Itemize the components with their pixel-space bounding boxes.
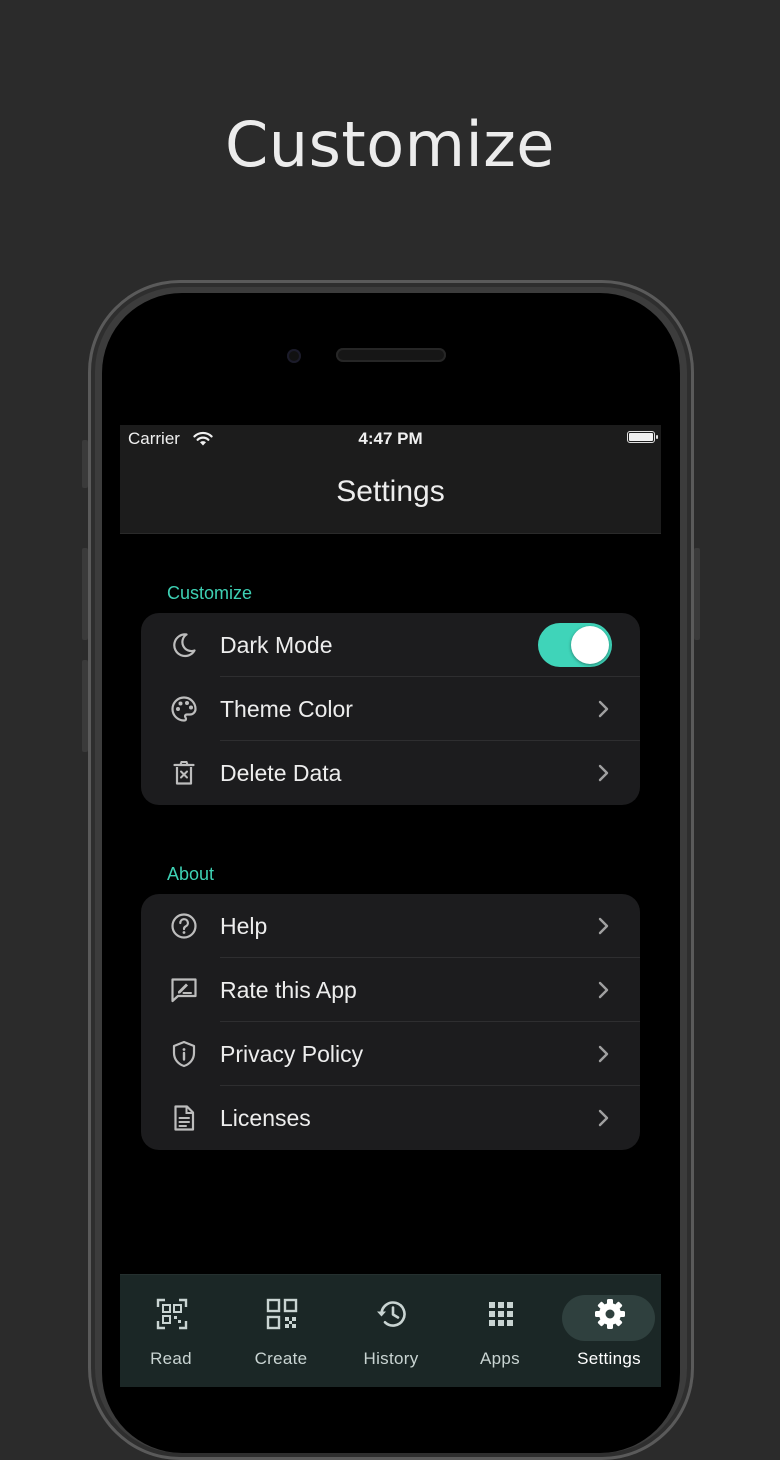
chevron-right-icon: [598, 981, 609, 999]
tab-bar: Read Create History Apps Settings: [120, 1274, 661, 1387]
page-title: Settings: [336, 475, 445, 508]
battery-icon: [627, 431, 658, 443]
settings-row-label: Dark Mode: [220, 632, 333, 658]
history-icon: [377, 1301, 406, 1327]
trash-icon: [173, 761, 195, 785]
rate-review-icon: [171, 978, 197, 1003]
settings-row-privacy-policy[interactable]: Privacy Policy: [141, 1022, 640, 1086]
settings-row-label: Theme Color: [220, 696, 353, 722]
tab-label: History: [363, 1349, 419, 1368]
phone-screen: Carrier 4:47 PM Settings Customize Dark …: [120, 425, 661, 1387]
settings-row-help[interactable]: Help: [141, 894, 640, 958]
chevron-right-icon: [598, 700, 609, 718]
gear-icon: [595, 1299, 625, 1329]
dark-mode-toggle[interactable]: [538, 623, 612, 667]
settings-row-dark-mode[interactable]: Dark Mode: [141, 613, 640, 677]
tab-create[interactable]: Create: [231, 1289, 331, 1368]
help-circle-icon: [171, 913, 197, 939]
customize-group: Dark Mode Theme Color Delete Data: [141, 613, 640, 805]
tab-label: Settings: [577, 1349, 641, 1368]
headline: Customize: [225, 108, 555, 181]
chevron-right-icon: [598, 764, 609, 782]
apps-grid-icon: [489, 1302, 513, 1326]
settings-row-rate-app[interactable]: Rate this App: [141, 958, 640, 1022]
front-camera: [287, 349, 301, 363]
phone-side-button: [82, 660, 88, 752]
about-group: Help Rate this App Privacy Policy Licens…: [141, 894, 640, 1150]
tab-history[interactable]: History: [341, 1289, 441, 1368]
phone-side-button: [82, 548, 88, 640]
settings-row-label: Delete Data: [220, 760, 342, 786]
settings-row-theme-color[interactable]: Theme Color: [141, 677, 640, 741]
navigation-bar: Settings: [120, 455, 661, 534]
section-header-about: About: [167, 864, 215, 884]
tab-label: Apps: [480, 1349, 520, 1368]
moon-icon: [173, 633, 196, 658]
palette-icon: [171, 696, 197, 722]
settings-row-label: Rate this App: [220, 977, 357, 1003]
chevron-right-icon: [598, 917, 609, 935]
settings-row-label: Licenses: [220, 1105, 311, 1131]
settings-row-label: Privacy Policy: [220, 1041, 364, 1067]
phone-side-button: [82, 440, 88, 488]
tab-label: Read: [150, 1349, 192, 1368]
settings-row-licenses[interactable]: Licenses: [141, 1086, 640, 1150]
section-header-customize: Customize: [167, 583, 253, 603]
tab-apps[interactable]: Apps: [450, 1289, 550, 1368]
settings-row-label: Help: [220, 913, 268, 939]
shield-info-icon: [172, 1040, 196, 1068]
status-time: 4:47 PM: [358, 429, 423, 448]
tab-read[interactable]: Read: [121, 1289, 221, 1368]
qr-code-icon: [266, 1298, 298, 1330]
document-icon: [174, 1105, 195, 1131]
qr-scan-icon: [156, 1298, 188, 1330]
phone-side-button: [694, 548, 700, 640]
earpiece-speaker: [336, 348, 446, 362]
status-bar: Carrier 4:47 PM: [120, 425, 661, 455]
chevron-right-icon: [598, 1109, 609, 1127]
settings-row-delete-data[interactable]: Delete Data: [141, 741, 640, 805]
tab-label: Create: [254, 1349, 308, 1368]
chevron-right-icon: [598, 1045, 609, 1063]
tab-settings[interactable]: Settings: [559, 1289, 659, 1368]
